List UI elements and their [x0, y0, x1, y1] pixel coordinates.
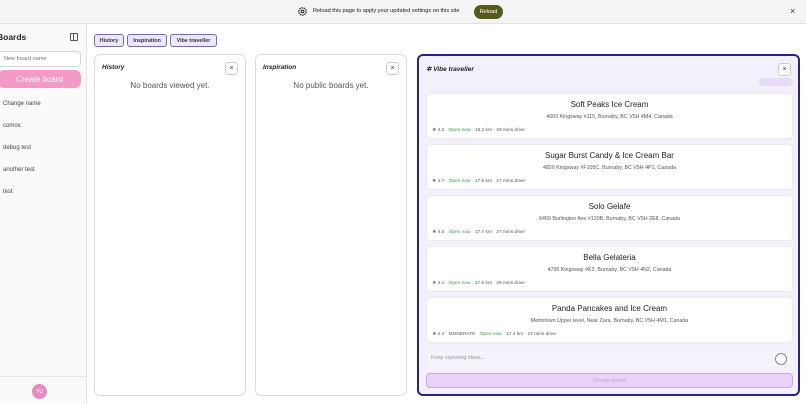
result-rating: ★ 4.1	[432, 281, 445, 286]
result-address: Metrotown Upper level, Near Zara, Burnab…	[530, 318, 689, 324]
sidebar-item-debug-test[interactable]: debug test	[3, 145, 31, 151]
result-drive-time: 27 mins drive	[496, 179, 525, 184]
result-distance: 17.5 km	[474, 179, 492, 184]
notification-bar: Reload this page to apply your updated s…	[0, 0, 806, 24]
result-rating: ★ 4.7	[432, 179, 445, 184]
result-card[interactable]: Solo Gelafe 6450 Burlington Ave #120B, B…	[426, 195, 793, 241]
result-price-level: MODERATE	[448, 332, 476, 337]
result-distance: 17.5 km	[474, 281, 492, 286]
create-board-button[interactable]: Create board	[0, 70, 81, 88]
keep-exploring-input[interactable]: Keep exploring ideas...	[426, 351, 793, 366]
vibe-close-button[interactable]: ×	[778, 63, 791, 76]
inspiration-empty-text: No public boards yet.	[293, 81, 369, 90]
notification-message: Reload this page to apply your updated s…	[313, 8, 460, 14]
inspiration-close-button[interactable]: ×	[386, 62, 399, 75]
history-close-button[interactable]: ×	[225, 62, 238, 75]
result-name: Solo Gelafe	[588, 202, 631, 211]
vibe-traveller-title: ✲ Vibe traveller	[426, 65, 474, 73]
result-address: 4603 Kingsway #115, Burnaby, BC V5H 4M4,…	[546, 114, 673, 120]
result-rating: ★ 4.4	[432, 332, 445, 337]
result-rating: ★ 4.2	[432, 128, 445, 133]
result-card[interactable]: Panda Pancakes and Ice Cream Metrotown U…	[426, 297, 793, 343]
send-icon[interactable]	[775, 353, 787, 365]
result-name: Bella Gelateria	[583, 253, 636, 262]
result-meta: ★ 4.1 Open now 17.5 km 29 mins drive	[432, 281, 528, 286]
sidebar-title: Boards	[0, 32, 27, 42]
result-drive-time: 29 mins drive	[496, 281, 525, 286]
sidebar-divider	[0, 376, 87, 377]
result-status: Open now	[448, 128, 471, 133]
inspiration-panel-title: Inspiration	[263, 64, 297, 71]
result-drive-time: 27 mins drive	[527, 332, 556, 337]
history-empty-text: No boards viewed yet.	[130, 81, 210, 90]
result-status: Open now	[448, 281, 471, 286]
result-distance: 18.2 km	[474, 128, 492, 133]
sidebar: Boards Create board Change name comox de…	[0, 24, 87, 404]
result-address: 4700 Kingsway #K3, Burnaby, BC V5H 4N2, …	[547, 267, 672, 273]
sidebar-item-test[interactable]: test	[3, 189, 13, 195]
result-name: Panda Pancakes and Ice Cream	[551, 304, 668, 313]
previous-message-bubble	[759, 78, 793, 86]
result-status: Open now	[448, 230, 471, 235]
tab-inspiration[interactable]: Inspiration	[127, 34, 167, 47]
vibe-traveller-title-text: Vibe traveller	[433, 66, 474, 73]
result-name: Soft Peaks Ice Cream	[570, 100, 649, 109]
result-meta: ★ 4.7 Open now 17.5 km 27 mins drive	[432, 179, 528, 184]
history-panel: History × No boards viewed yet.	[94, 54, 246, 396]
result-drive-time: 29 mins drive	[496, 128, 525, 133]
tab-vibe-traveller[interactable]: Vibe traveller	[170, 34, 217, 47]
close-icon[interactable]: ×	[790, 6, 795, 16]
result-name: Sugar Burst Candy & Ice Cream Bar	[545, 151, 674, 160]
sidebar-item-comox[interactable]: comox	[3, 123, 21, 129]
result-status: Open now	[479, 332, 502, 337]
result-card[interactable]: Sugar Burst Candy & Ice Cream Bar 4820 K…	[426, 144, 793, 190]
history-panel-title: History	[102, 64, 125, 71]
vibe-create-board-button[interactable]: Create board	[426, 373, 793, 388]
sparkle-icon: ✲	[426, 66, 432, 73]
result-address: 4820 Kingsway #F105C, Burnaby, BC V5H 4P…	[543, 165, 676, 171]
new-board-name-input[interactable]	[0, 51, 81, 67]
sidebar-item-change-name[interactable]: Change name	[3, 101, 41, 107]
result-status: Open now	[448, 179, 471, 184]
result-address: 6450 Burlington Ave #120B, Burnaby, BC V…	[539, 216, 680, 222]
inspiration-panel: Inspiration × No public boards yet.	[255, 54, 407, 396]
sidebar-collapse-icon[interactable]	[70, 33, 78, 41]
result-card[interactable]: Bella Gelateria 4700 Kingsway #K3, Burna…	[426, 246, 793, 292]
sidebar-item-another-test[interactable]: another test	[3, 167, 35, 173]
gear-icon	[298, 7, 307, 16]
tab-history[interactable]: History	[94, 34, 124, 47]
result-card[interactable]: Soft Peaks Ice Cream 4603 Kingsway #115,…	[426, 93, 793, 139]
result-distance: 17.4 km	[506, 332, 524, 337]
result-rating: ★ 4.6	[432, 230, 445, 235]
result-meta: ★ 4.6 Open now 17.7 km 27 mins drive	[432, 230, 528, 235]
result-drive-time: 27 mins drive	[496, 230, 525, 235]
avatar[interactable]: YU	[32, 384, 47, 399]
reload-button[interactable]: Reload	[474, 5, 503, 19]
result-meta: ★ 4.2 Open now 18.2 km 29 mins drive	[432, 128, 528, 133]
result-meta: ★ 4.4 MODERATE Open now 17.4 km 27 mins …	[432, 332, 559, 337]
result-distance: 17.7 km	[474, 230, 492, 235]
vibe-traveller-panel: ✲ Vibe traveller × Soft Peaks Ice Cream …	[417, 54, 800, 396]
